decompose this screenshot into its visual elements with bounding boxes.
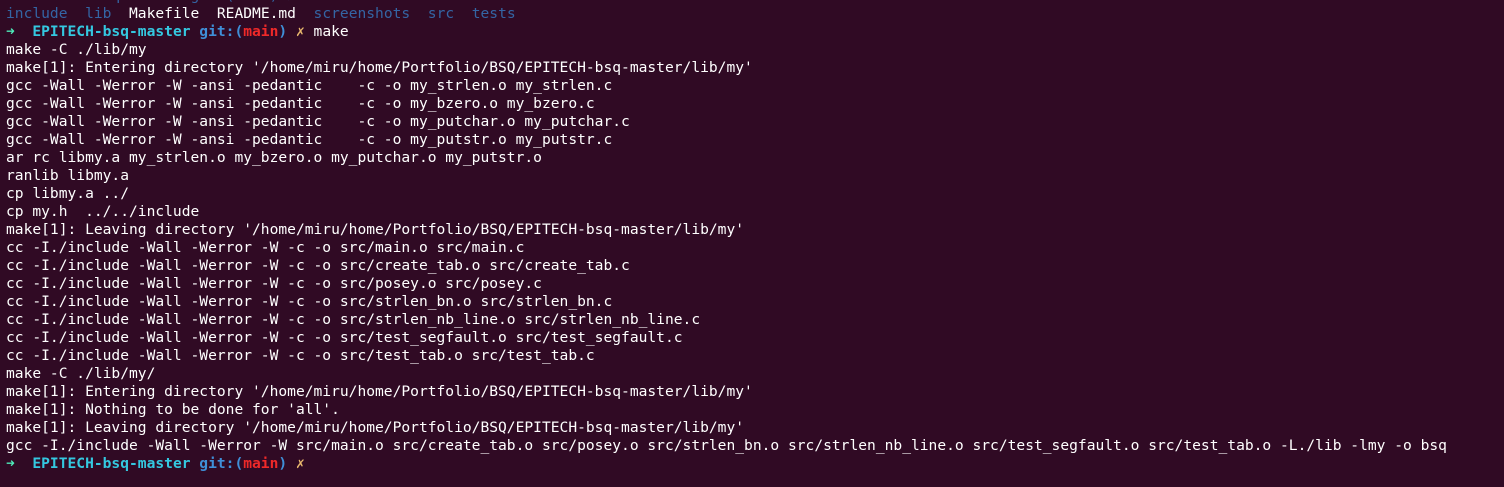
terminal-text: cc -I./include -Wall -Werror -W -c -o sr…	[6, 329, 683, 346]
terminal-line: cc -I./include -Wall -Werror -W -c -o sr…	[6, 239, 1447, 257]
terminal-text: main	[243, 455, 279, 472]
terminal-text: )	[278, 23, 288, 40]
terminal-line: gcc -Wall -Werror -W -ansi -pedantic -c …	[6, 131, 1447, 149]
terminal-text: make[1]: Nothing to be done for 'all'.	[6, 401, 340, 418]
terminal-text: EPITECH-bsq-master	[32, 23, 191, 40]
terminal-text: cp libmy.a ../	[6, 185, 130, 202]
terminal-text: cc -I./include -Wall -Werror -W -c -o sr…	[6, 311, 701, 328]
terminal-text: make -C ./lib/my/	[6, 365, 156, 382]
terminal-line: cc -I./include -Wall -Werror -W -c -o sr…	[6, 347, 1447, 365]
terminal-text: cp my.h ../../include	[6, 203, 200, 220]
terminal-text: gcc -Wall -Werror -W -ansi -pedantic -c …	[6, 95, 595, 112]
terminal-line: cc -I./include -Wall -Werror -W -c -o sr…	[6, 257, 1447, 275]
terminal-line: cc -I./include -Wall -Werror -W -c -o sr…	[6, 329, 1447, 347]
terminal-line: cc -I./include -Wall -Werror -W -c -o sr…	[6, 293, 1447, 311]
terminal-line: gcc -I./include -Wall -Werror -W src/mai…	[6, 437, 1447, 455]
terminal-text: cc -I./include -Wall -Werror -W -c -o sr…	[6, 257, 630, 274]
terminal-text: make	[313, 23, 349, 40]
terminal-line: cc -I./include -Wall -Werror -W -c -o sr…	[6, 311, 1447, 329]
terminal-text: main	[243, 23, 279, 40]
terminal-line: ➜ EPITECH-bsq-master git:(main) ✗	[6, 455, 1447, 473]
terminal-text: tests	[471, 5, 516, 22]
terminal-line: gcc -Wall -Werror -W -ansi -pedantic -c …	[6, 113, 1447, 131]
terminal-text: make[1]: Entering directory '/home/miru/…	[6, 383, 753, 400]
terminal-line: make[1]: Entering directory '/home/miru/…	[6, 59, 1447, 77]
terminal-text: gcc -I./include -Wall -Werror -W src/mai…	[6, 437, 1447, 454]
terminal-text: include	[6, 5, 68, 22]
terminal-text: cc -I./include -Wall -Werror -W -c -o sr…	[6, 293, 613, 310]
terminal-line: gcc -Wall -Werror -W -ansi -pedantic -c …	[6, 77, 1447, 95]
terminal-text: make -C ./lib/my	[6, 41, 147, 58]
terminal-text: gcc -Wall -Werror -W -ansi -pedantic -c …	[6, 131, 613, 148]
terminal-line: cp my.h ../../include	[6, 203, 1447, 221]
terminal-line: gcc -Wall -Werror -W -ansi -pedantic -c …	[6, 95, 1447, 113]
terminal-text: ranlib libmy.a	[6, 167, 130, 184]
terminal-text: ✗	[287, 455, 314, 472]
terminal-text: ✗	[287, 23, 314, 40]
terminal-line: make -C ./lib/my	[6, 41, 1447, 59]
terminal-text: cc -I./include -Wall -Werror -W -c -o sr…	[6, 239, 525, 256]
terminal-window[interactable]: EPITECH-bsq-master git:(main) ✗ lsinclud…	[0, 0, 1504, 487]
terminal-text: git:(	[190, 455, 244, 472]
terminal-text: screenshots	[313, 5, 411, 22]
terminal-line: ranlib libmy.a	[6, 167, 1447, 185]
terminal-text: gcc -Wall -Werror -W -ansi -pedantic -c …	[6, 113, 630, 130]
terminal-text: ➜	[6, 455, 33, 472]
terminal-text: EPITECH-bsq-master	[32, 455, 191, 472]
terminal-text: EPITECH-bsq-master git:(main) ✗ ls	[6, 0, 323, 4]
terminal-text: make[1]: Leaving directory '/home/miru/h…	[6, 221, 745, 238]
terminal-text: lib	[85, 5, 112, 22]
terminal-text: cc -I./include -Wall -Werror -W -c -o sr…	[6, 347, 595, 364]
terminal-text: Makefile README.md	[111, 5, 314, 22]
terminal-text: src	[427, 5, 455, 22]
terminal-text: )	[278, 455, 288, 472]
terminal-line: make[1]: Entering directory '/home/miru/…	[6, 383, 1447, 401]
terminal-line: make[1]: Nothing to be done for 'all'.	[6, 401, 1447, 419]
terminal-line: make[1]: Leaving directory '/home/miru/h…	[6, 419, 1447, 437]
terminal-text: make[1]: Entering directory '/home/miru/…	[6, 59, 753, 76]
terminal-text: make[1]: Leaving directory '/home/miru/h…	[6, 419, 745, 436]
terminal-output: EPITECH-bsq-master git:(main) ✗ lsinclud…	[6, 0, 1447, 473]
terminal-text: ➜	[6, 23, 33, 40]
terminal-line: cc -I./include -Wall -Werror -W -c -o sr…	[6, 275, 1447, 293]
terminal-text: cc -I./include -Wall -Werror -W -c -o sr…	[6, 275, 542, 292]
terminal-line: include lib Makefile README.md screensho…	[6, 5, 1447, 23]
terminal-line: cp libmy.a ../	[6, 185, 1447, 203]
terminal-line: make[1]: Leaving directory '/home/miru/h…	[6, 221, 1447, 239]
terminal-text: git:(	[190, 23, 244, 40]
terminal-line: make -C ./lib/my/	[6, 365, 1447, 383]
terminal-line: ➜ EPITECH-bsq-master git:(main) ✗ make	[6, 23, 1447, 41]
terminal-text: ar rc libmy.a my_strlen.o my_bzero.o my_…	[6, 149, 542, 166]
terminal-line: ar rc libmy.a my_strlen.o my_bzero.o my_…	[6, 149, 1447, 167]
terminal-text: gcc -Wall -Werror -W -ansi -pedantic -c …	[6, 77, 613, 94]
